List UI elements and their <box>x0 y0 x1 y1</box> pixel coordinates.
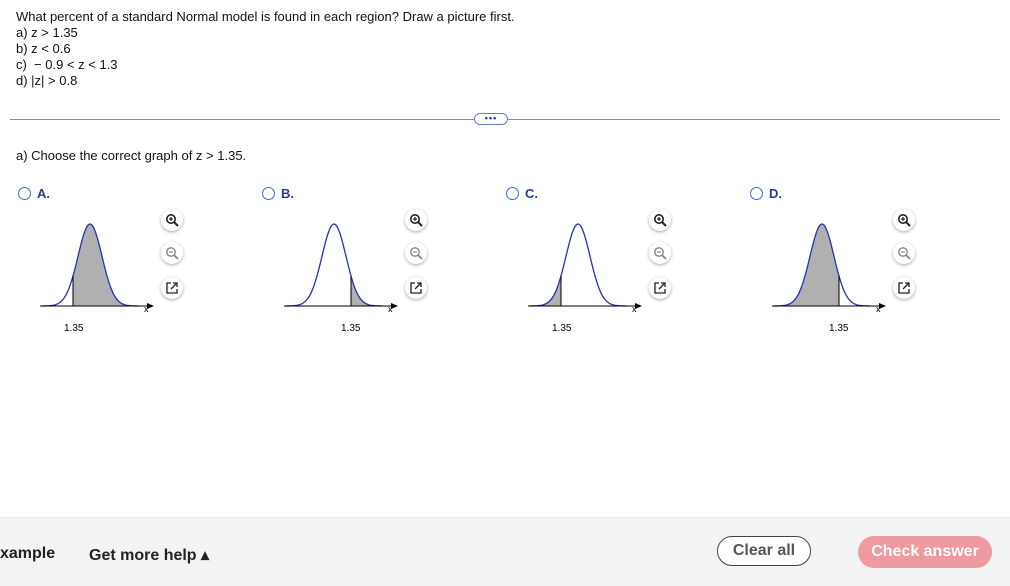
zoom-out-icon[interactable] <box>893 242 915 264</box>
axis-label: x <box>388 304 393 314</box>
footer-bar: xample Get more help ▴ Clear all Check a… <box>0 517 1010 586</box>
open-new-window-icon[interactable] <box>893 277 915 299</box>
option-letter: B. <box>281 186 294 201</box>
tick-label: 1.35 <box>552 323 572 334</box>
graph-option-c: x 1.35 <box>528 223 642 334</box>
open-new-window-icon[interactable] <box>405 277 427 299</box>
graph-option-d: x 1.35 <box>772 223 886 334</box>
open-new-window-icon[interactable] <box>649 277 671 299</box>
graph-option-a: x 1.35 <box>40 223 154 334</box>
zoom-out-icon[interactable] <box>405 242 427 264</box>
tick-label: 1.35 <box>64 323 84 334</box>
option-b[interactable]: B. x 1.35 <box>262 186 462 346</box>
graph-option-b: x 1.35 <box>284 223 398 334</box>
option-d[interactable]: D. x 1.35 <box>750 186 950 346</box>
option-letter: A. <box>37 186 50 201</box>
open-new-window-icon[interactable] <box>161 277 183 299</box>
radio-option-d[interactable] <box>750 187 763 200</box>
question-text: What percent of a standard Normal model … <box>16 9 515 89</box>
tick-label: 1.35 <box>829 323 849 334</box>
question-title: What percent of a standard Normal model … <box>16 9 515 24</box>
option-letter: C. <box>525 186 538 201</box>
expand-button[interactable]: ••• <box>474 113 508 125</box>
radio-option-a[interactable] <box>18 187 31 200</box>
axis-label: x <box>876 304 881 314</box>
axis-label: x <box>632 304 637 314</box>
radio-option-c[interactable] <box>506 187 519 200</box>
normal-curve <box>529 223 627 307</box>
view-example-link[interactable]: xample <box>0 545 55 563</box>
question-part-c: c) − 0.9 < z < 1.3 <box>16 57 118 72</box>
tick-label: 1.35 <box>341 323 361 334</box>
clear-all-button[interactable]: Clear all <box>717 536 811 566</box>
radio-option-b[interactable] <box>262 187 275 200</box>
question-part-b: b) z < 0.6 <box>16 41 71 56</box>
zoom-out-icon[interactable] <box>649 242 671 264</box>
question-part-d: d) |z| > 0.8 <box>16 73 78 88</box>
option-c[interactable]: C. x 1.35 <box>506 186 706 346</box>
question-part-a: a) z > 1.35 <box>16 25 78 40</box>
zoom-out-icon[interactable] <box>161 242 183 264</box>
axis-label: x <box>144 304 149 314</box>
zoom-in-icon[interactable] <box>161 209 183 231</box>
zoom-in-icon[interactable] <box>893 209 915 231</box>
check-answer-button[interactable]: Check answer <box>858 536 992 568</box>
normal-curve <box>285 223 383 307</box>
zoom-in-icon[interactable] <box>649 209 671 231</box>
part-prompt: a) Choose the correct graph of z > 1.35. <box>16 148 247 163</box>
zoom-in-icon[interactable] <box>405 209 427 231</box>
option-a[interactable]: A. x 1.35 <box>18 186 218 346</box>
option-letter: D. <box>769 186 782 201</box>
get-more-help-link[interactable]: Get more help ▴ <box>89 545 209 565</box>
